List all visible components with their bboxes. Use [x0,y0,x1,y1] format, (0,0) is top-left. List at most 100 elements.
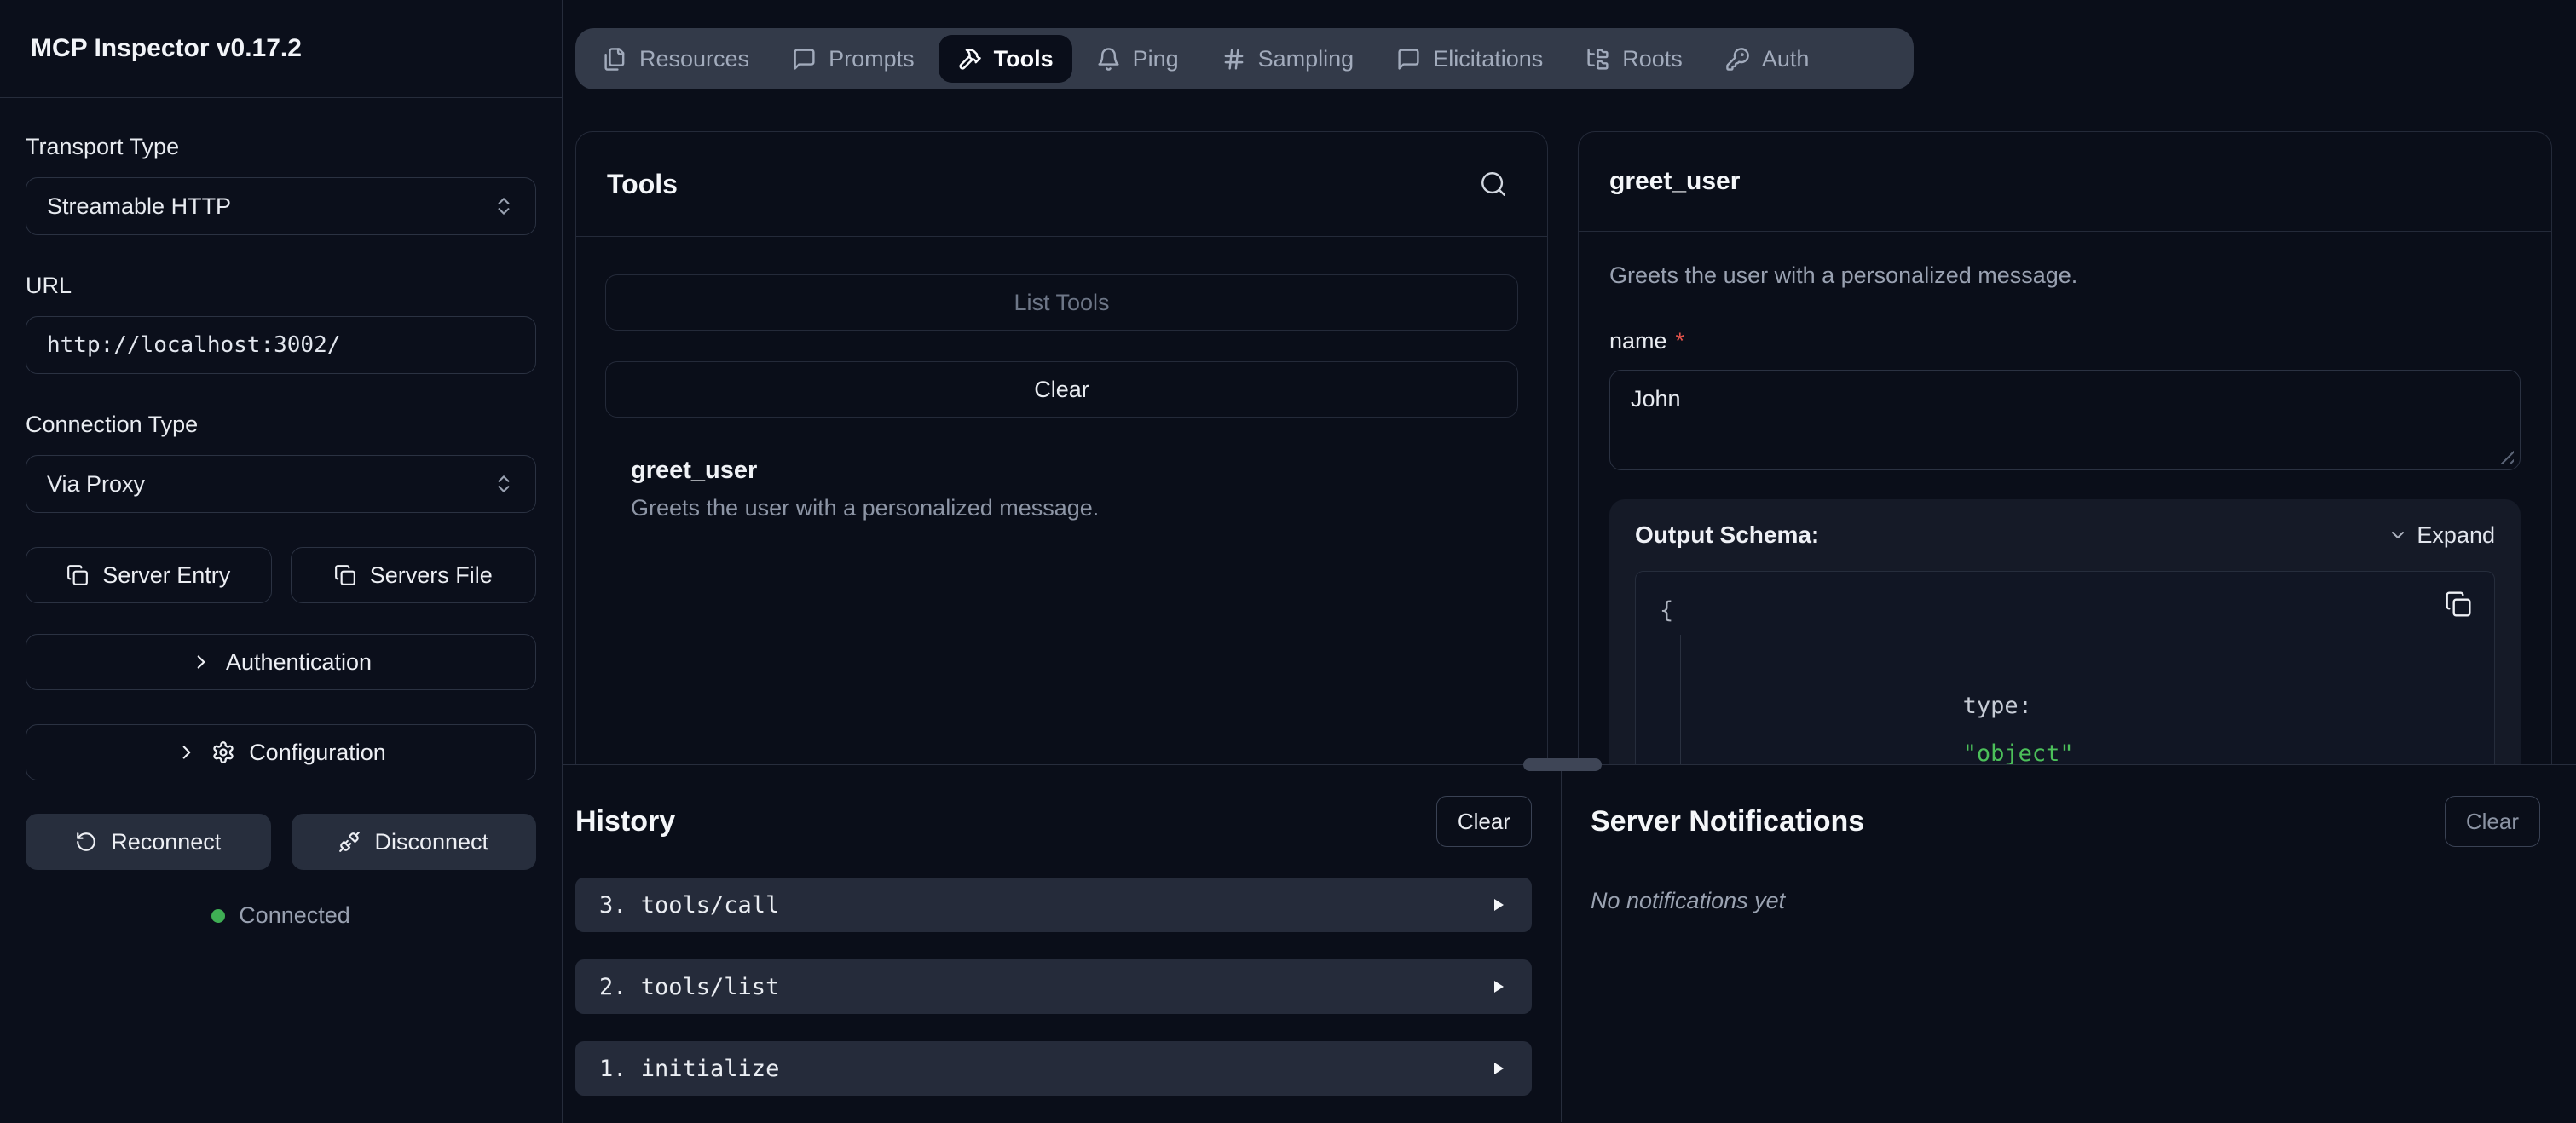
output-schema-title: Output Schema: [1635,521,1819,549]
tools-panel: Tools List Tools Clear greet_user Greets… [575,131,1548,764]
name-field-label: name* [1609,328,2521,354]
configuration-label: Configuration [249,740,386,766]
history-item-label: 3. tools/call [599,892,779,919]
tool-name: greet_user [631,457,1518,485]
tab-label: Tools [994,46,1054,72]
tab-elicitations[interactable]: Elicitations [1378,35,1562,83]
output-schema-section: Output Schema: Expand [1609,499,2521,764]
clear-history-button[interactable]: Clear [1436,796,1532,847]
folder-tree-icon [1585,47,1610,72]
chevron-right-icon [190,651,212,673]
app-title: MCP Inspector v0.17.2 [31,34,302,63]
chevrons-up-down-icon [493,195,515,217]
history-item-label: 2. tools/list [599,974,779,1000]
play-icon [1487,1058,1508,1079]
server-notifications-header: Server Notifications Clear [1591,796,2540,847]
gear-icon [211,740,235,764]
tools-panel-header: Tools [576,132,1547,237]
transport-type-select[interactable]: Streamable HTTP [26,177,536,235]
servers-file-button[interactable]: Servers File [291,547,537,603]
hammer-icon [957,47,982,72]
schema-code-block: { type: "object" additionalProperties: t… [1635,571,2495,764]
tab-ping[interactable]: Ping [1077,35,1198,83]
message-square-icon [792,47,817,72]
url-label: URL [26,273,536,299]
key-icon [1725,47,1750,72]
reconnect-label: Reconnect [111,829,221,855]
pane-resize-handle[interactable] [1523,758,1602,771]
name-field-label-text: name [1609,328,1667,354]
server-buttons-row: Server Entry Servers File [26,547,536,603]
code-indent-block: type: "object" additionalProperties: tru… [1680,635,2470,764]
connection-actions-row: Reconnect Disconnect [26,814,536,870]
tool-detail-panel: greet_user Greets the user with a person… [1578,131,2552,764]
tab-roots[interactable]: Roots [1567,35,1701,83]
clear-tools-button[interactable]: Clear [605,361,1518,418]
rotate-ccw-icon [75,831,97,853]
search-icon [1479,170,1508,199]
main-area: Resources Prompts Tools [563,0,2576,1123]
server-entry-label: Server Entry [102,562,230,589]
list-tools-button[interactable]: List Tools [605,274,1518,331]
code-open-brace: { [1660,587,2470,635]
disconnect-label: Disconnect [374,829,488,855]
disconnect-button[interactable]: Disconnect [292,814,537,870]
url-input[interactable]: http://localhost:3002/ [26,316,536,374]
history-item[interactable]: 3. tools/call [575,878,1532,932]
copy-schema-button[interactable] [2445,590,2472,618]
status-dot [211,909,225,923]
sidebar-body: Transport Type Streamable HTTP URL http:… [0,98,562,929]
tool-detail-body: Greets the user with a personalized mess… [1579,262,2551,764]
message-square-icon [1396,47,1421,72]
play-icon [1487,895,1508,915]
configuration-expander[interactable]: Configuration [26,724,536,780]
name-field-input[interactable]: John [1609,370,2521,470]
history-title: History [575,805,675,838]
tab-label: Elicitations [1433,46,1543,72]
code-entry: type: "object" [1713,635,2470,764]
mcp-inspector-app: MCP Inspector v0.17.2 Transport Type Str… [0,0,2576,1123]
search-button[interactable] [1479,170,1508,199]
copy-icon [334,564,356,586]
authentication-expander[interactable]: Authentication [26,634,536,690]
server-entry-button[interactable]: Server Entry [26,547,272,603]
clear-notifications-button[interactable]: Clear [2445,796,2540,847]
output-schema-header: Output Schema: Expand [1635,521,2495,549]
transport-type-label: Transport Type [26,134,536,160]
history-panel: History Clear 3. tools/call 2. tools/lis… [563,765,1561,1122]
sidebar-header: MCP Inspector v0.17.2 [0,0,562,98]
tool-detail-title: greet_user [1609,167,1740,196]
tab-prompts[interactable]: Prompts [773,35,933,83]
transport-type-value: Streamable HTTP [47,193,231,220]
code-string-value: "object" [1963,740,2074,764]
history-item[interactable]: 1. initialize [575,1041,1532,1096]
files-icon [603,47,627,72]
notifications-empty-text: No notifications yet [1591,888,2540,914]
resize-handle-icon [2500,450,2514,464]
history-item-label: 1. initialize [599,1056,779,1082]
hash-icon [1222,47,1246,72]
tab-resources[interactable]: Resources [584,35,768,83]
bell-icon [1096,47,1121,72]
schema-expand-toggle[interactable]: Expand [2388,522,2495,549]
tab-label: Roots [1622,46,1683,72]
tab-label: Auth [1762,46,1810,72]
tool-list-item[interactable]: greet_user Greets the user with a person… [605,457,1518,521]
reconnect-button[interactable]: Reconnect [26,814,271,870]
chevron-right-icon [176,741,198,763]
tab-tools[interactable]: Tools [939,35,1072,83]
name-field-value: John [1631,386,1681,412]
server-notifications-title: Server Notifications [1591,805,1864,838]
connection-status: Connected [26,902,536,929]
bottom-pane: History Clear 3. tools/call 2. tools/lis… [563,764,2576,1122]
top-pane: Resources Prompts Tools [563,0,2576,764]
status-text: Connected [239,902,350,929]
tab-auth[interactable]: Auth [1707,35,1828,83]
connection-type-select[interactable]: Via Proxy [26,455,536,513]
history-item[interactable]: 2. tools/list [575,959,1532,1014]
sidebar: MCP Inspector v0.17.2 Transport Type Str… [0,0,563,1123]
tool-description: Greets the user with a personalized mess… [631,495,1518,521]
tab-sampling[interactable]: Sampling [1203,35,1373,83]
history-list: 3. tools/call 2. tools/list 1. initializ… [575,878,1532,1096]
tab-bar: Resources Prompts Tools [575,28,1914,89]
